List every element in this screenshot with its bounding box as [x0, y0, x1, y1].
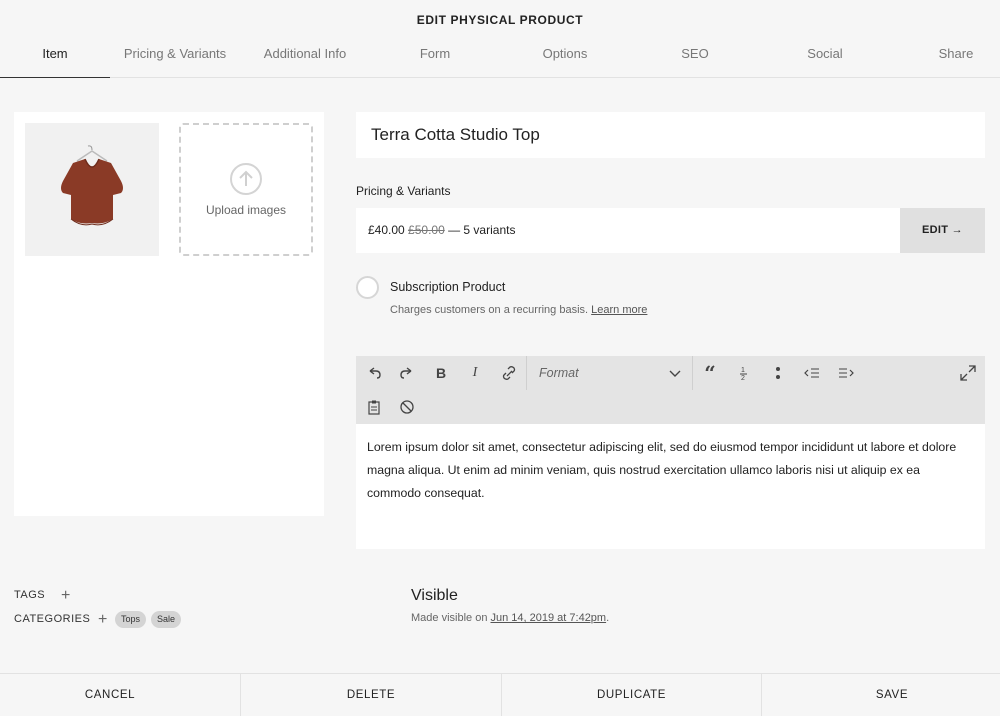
product-image-thumbnail[interactable] — [25, 123, 159, 256]
edit-pricing-button[interactable]: EDIT → — [900, 208, 985, 253]
footer-actions: CANCEL DELETE DUPLICATE SAVE — [0, 673, 1000, 716]
tab-social[interactable]: Social — [790, 40, 860, 78]
editor-toolbar: B I Format “ 12 — [356, 356, 985, 424]
paste-icon[interactable] — [362, 395, 386, 419]
shirt-image — [61, 145, 123, 226]
tab-options[interactable]: Options — [525, 40, 605, 78]
variant-count: — 5 variants — [448, 223, 516, 237]
outdent-icon[interactable] — [800, 361, 824, 385]
tab-additional-info[interactable]: Additional Info — [250, 40, 360, 78]
link-icon[interactable] — [497, 361, 521, 385]
delete-button[interactable]: DELETE — [241, 674, 501, 716]
tags-label: TAGS — [14, 589, 46, 601]
subscription-description: Charges customers on a recurring basis. … — [390, 304, 647, 316]
tab-share[interactable]: Share — [925, 40, 987, 78]
page-title: EDIT PHYSICAL PRODUCT — [416, 13, 584, 27]
description-editor[interactable]: Lorem ipsum dolor sit amet, consectetur … — [356, 424, 985, 549]
add-tag-icon[interactable]: + — [61, 588, 70, 604]
visibility-prefix: Made visible on — [411, 612, 488, 624]
save-button[interactable]: SAVE — [762, 674, 1000, 716]
format-select-label: Format — [539, 366, 579, 380]
categories-label: CATEGORIES — [14, 613, 91, 625]
subscription-title: Subscription Product — [390, 280, 506, 294]
sale-price: £40.00 — [368, 223, 405, 237]
tab-bar: Item Pricing & Variants Additional Info … — [0, 40, 1000, 78]
upload-images-dropzone[interactable]: Upload images — [179, 123, 313, 256]
visibility-suffix: . — [606, 612, 610, 624]
numbered-list-icon[interactable]: 12 — [732, 361, 756, 385]
chevron-down-icon[interactable] — [663, 361, 687, 385]
image-panel: Upload images — [14, 112, 324, 516]
redo-icon[interactable] — [395, 361, 419, 385]
visibility-date-link[interactable]: Jun 14, 2019 at 7:42pm — [491, 612, 607, 624]
toolbar-divider — [526, 356, 527, 390]
tab-seo[interactable]: SEO — [665, 40, 725, 78]
clear-formatting-icon[interactable] — [395, 395, 419, 419]
category-pill-tops[interactable]: Tops — [115, 611, 147, 628]
bullet-list-icon[interactable] — [766, 361, 790, 385]
bold-icon[interactable]: B — [429, 361, 453, 385]
duplicate-button[interactable]: DUPLICATE — [502, 674, 761, 716]
svg-text:2: 2 — [741, 375, 745, 381]
pricing-summary[interactable]: £40.00 £50.00 — 5 variants — [356, 208, 900, 253]
pricing-section-label: Pricing & Variants — [356, 184, 451, 198]
product-title-input[interactable]: Terra Cotta Studio Top — [356, 112, 985, 158]
add-category-icon[interactable]: + — [98, 612, 107, 628]
toolbar-divider — [692, 356, 693, 390]
expand-icon[interactable] — [956, 361, 980, 385]
original-price: £50.00 — [408, 223, 445, 237]
tab-pricing-variants[interactable]: Pricing & Variants — [115, 40, 235, 78]
visibility-status[interactable]: Visible — [411, 587, 458, 605]
learn-more-link[interactable]: Learn more — [591, 304, 647, 316]
subscription-description-text: Charges customers on a recurring basis. — [390, 304, 589, 316]
italic-icon[interactable]: I — [463, 361, 487, 385]
svg-text:1: 1 — [741, 367, 745, 374]
undo-icon[interactable] — [362, 361, 386, 385]
category-pill-sale[interactable]: Sale — [151, 611, 182, 628]
tab-item[interactable]: Item — [0, 40, 110, 78]
tab-form[interactable]: Form — [400, 40, 470, 78]
indent-icon[interactable] — [834, 361, 858, 385]
upload-images-label: Upload images — [205, 203, 287, 217]
blockquote-icon[interactable]: “ — [698, 361, 722, 385]
upload-arrow-icon — [230, 163, 262, 195]
cancel-button[interactable]: CANCEL — [0, 674, 220, 716]
subscription-toggle[interactable] — [356, 276, 379, 299]
visibility-description: Made visible on Jun 14, 2019 at 7:42pm. — [411, 612, 609, 624]
